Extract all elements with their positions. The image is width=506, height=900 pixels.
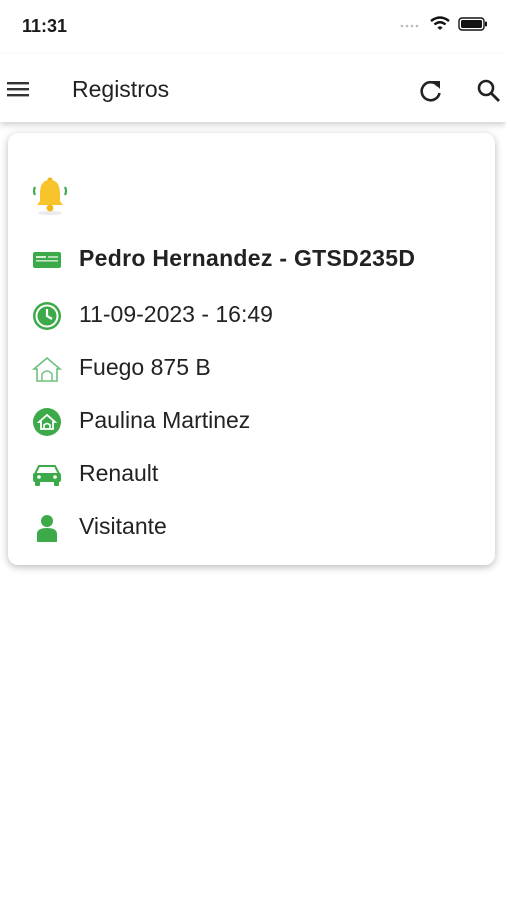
signal-icon [400, 19, 422, 29]
list-item: Paulina Martinez [8, 405, 495, 445]
refresh-icon[interactable] [418, 78, 444, 104]
clock-icon [30, 299, 64, 333]
menu-icon[interactable] [6, 76, 32, 102]
visitor-type-text: Visitante [79, 513, 167, 539]
list-item: 11-09-2023 - 16:49 [8, 299, 495, 339]
home-circle-icon [30, 405, 64, 439]
status-bar: 11:31 [0, 0, 506, 54]
search-icon[interactable] [476, 78, 502, 104]
person-icon [30, 511, 64, 545]
id-card-icon [30, 243, 64, 277]
resident-text: Paulina Martinez [79, 407, 251, 433]
address-text: Fuego 875 B [79, 354, 211, 380]
bell-icon [30, 173, 70, 217]
battery-icon [458, 17, 488, 31]
list-item: Renault [8, 458, 495, 498]
list-item: Pedro Hernandez - GTSD235D [8, 243, 495, 283]
datetime-text: 11-09-2023 - 16:49 [79, 301, 273, 327]
status-icons [400, 16, 488, 32]
record-card[interactable]: Pedro Hernandez - GTSD235D 11-09-2023 - … [8, 133, 495, 565]
list-item: Visitante [8, 511, 495, 551]
status-time: 11:31 [22, 16, 68, 36]
page-title: Registros [72, 76, 170, 102]
app-bar: Registros [0, 54, 506, 122]
car-icon [30, 458, 64, 492]
vehicle-text: Renault [79, 460, 159, 486]
list-item: Fuego 875 B [8, 352, 495, 392]
house-outline-icon [30, 352, 64, 386]
wifi-icon [430, 16, 450, 32]
visitor-name-plate: Pedro Hernandez - GTSD235D [79, 245, 416, 271]
